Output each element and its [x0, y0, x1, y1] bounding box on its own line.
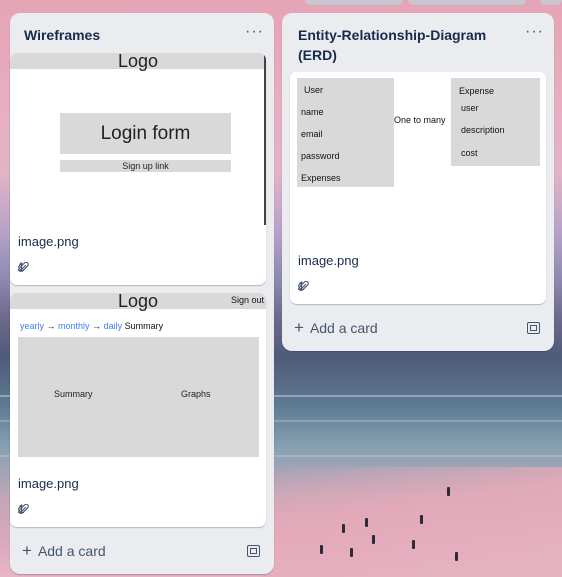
card[interactable]: Logo Login form Sign up link image.png 1 [10, 53, 266, 285]
beach-person [412, 540, 415, 549]
mockup-border [264, 53, 266, 225]
mockup-signout: Sign out [230, 295, 264, 305]
breadcrumb-daily: daily [103, 321, 123, 331]
card-template-icon[interactable] [527, 322, 540, 334]
breadcrumb-arrow: → [46, 321, 56, 331]
list-header: Wireframes ··· [10, 13, 274, 45]
add-card-label: Add a card [37, 543, 106, 559]
list-title[interactable]: Wireframes [24, 25, 100, 45]
breadcrumb-yearly: yearly [20, 321, 45, 331]
add-card-button[interactable]: + Add a card [290, 314, 546, 342]
board-edge [540, 0, 562, 5]
add-card-label-group: + Add a card [22, 541, 106, 560]
more-icon[interactable]: ··· [245, 24, 264, 40]
beach-person [320, 545, 323, 554]
breadcrumb-summary: Summary [124, 321, 164, 331]
mockup-login-form-text: Login form [100, 122, 191, 144]
mockup-header-bar: Logo [10, 293, 266, 311]
card[interactable]: User name email password Expenses One to… [290, 72, 546, 304]
mockup-content-area: Summary Graphs [18, 337, 259, 457]
list-title[interactable]: Entity-Relationship-Diagram (ERD) [298, 25, 488, 65]
mockup-logo-bar: Logo [10, 53, 266, 71]
breadcrumb-arrow: → [92, 321, 102, 331]
add-card-button[interactable]: + Add a card [18, 537, 266, 565]
list-wireframes: Wireframes ··· Logo Login form Sign up l… [10, 13, 274, 574]
mockup-signup-link: Sign up link [60, 160, 231, 172]
card-cover-image: Logo Sign out yearly → monthly → daily S… [10, 293, 266, 465]
erd-field: password [301, 151, 340, 161]
card-template-icon[interactable] [247, 545, 260, 557]
beach-person [342, 524, 345, 533]
mockup-graphs: Graphs [181, 389, 211, 399]
beach-person [447, 487, 450, 496]
beach-person [455, 552, 458, 561]
beach-person [365, 518, 368, 527]
attachment-badge: 1 [18, 260, 29, 274]
list-header: Entity-Relationship-Diagram (ERD) ··· [282, 13, 554, 65]
erd-field: Expenses [301, 173, 341, 183]
erd-entity-user: User name email password Expenses [297, 78, 394, 187]
erd-entity-title: User [304, 85, 324, 95]
breadcrumb-monthly: monthly [58, 321, 90, 331]
paperclip-icon [298, 280, 309, 291]
add-card-label: Add a card [309, 320, 378, 336]
card-title: image.png [298, 253, 359, 268]
beach-person [420, 515, 423, 524]
erd-field: cost [461, 148, 478, 158]
add-card-label-group: + Add a card [294, 318, 378, 337]
card[interactable]: Logo Sign out yearly → monthly → daily S… [10, 293, 266, 527]
card-title: image.png [18, 476, 79, 491]
plus-icon: + [294, 318, 304, 337]
erd-relation: One to many [394, 115, 446, 125]
board-edge [305, 0, 403, 5]
erd-field: name [301, 107, 324, 117]
beach-person [372, 535, 375, 544]
beach-person [350, 548, 353, 557]
erd-entity-expense: Expense user description cost [451, 78, 540, 166]
card-title: image.png [18, 234, 79, 249]
list-erd: Entity-Relationship-Diagram (ERD) ··· Us… [282, 13, 554, 351]
mockup-logo-text: Logo [117, 53, 159, 71]
card-cover-image: User name email password Expenses One to… [290, 72, 546, 244]
mockup-logo-text: Logo [117, 293, 159, 311]
mockup-summary: Summary [54, 389, 93, 399]
paperclip-icon [18, 261, 29, 272]
attachment-badge: 1 [298, 279, 309, 293]
erd-field: description [461, 125, 505, 135]
mockup-breadcrumb: yearly → monthly → daily Summary [20, 321, 163, 331]
more-icon[interactable]: ··· [525, 24, 544, 40]
board-edge [408, 0, 526, 5]
mockup-signup-link-text: Sign up link [122, 161, 169, 171]
erd-field: email [301, 129, 323, 139]
attachment-badge: 1 [18, 502, 29, 516]
plus-icon: + [22, 541, 32, 560]
paperclip-icon [18, 503, 29, 514]
erd-field: user [461, 103, 479, 113]
card-cover-image: Logo Login form Sign up link [10, 53, 266, 225]
erd-entity-title: Expense [459, 86, 495, 96]
mockup-login-form: Login form [60, 113, 231, 154]
beach [260, 467, 562, 577]
